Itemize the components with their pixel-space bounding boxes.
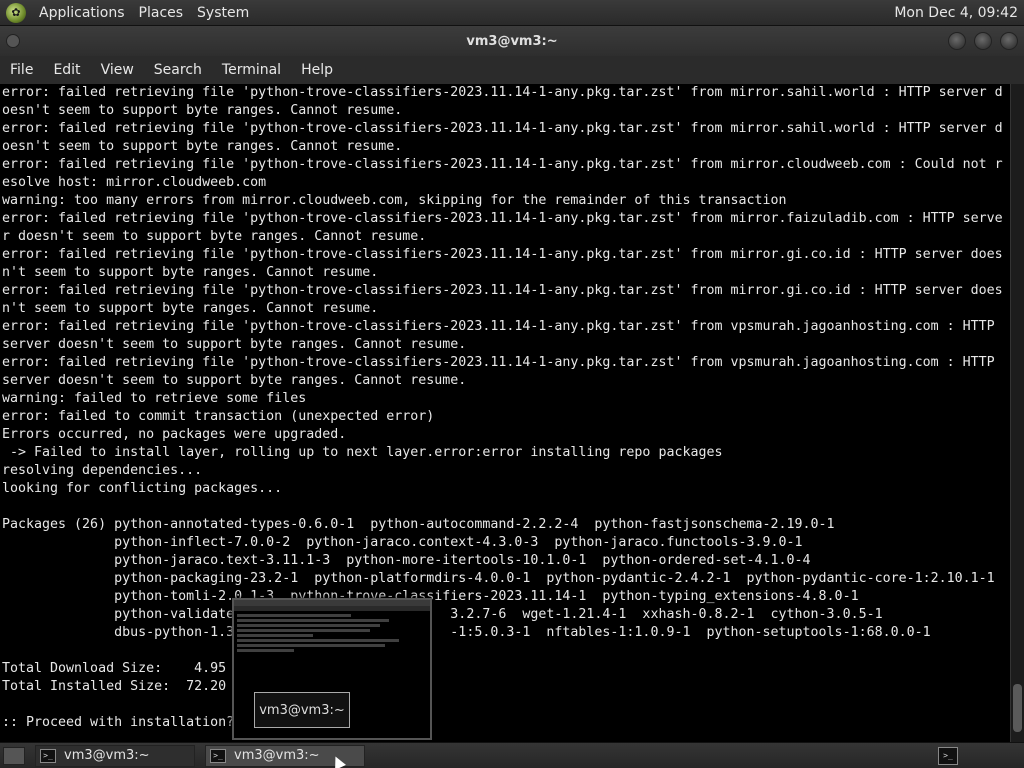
terminal-line: Total Installed Size: 72.20 — [2, 679, 227, 694]
terminal-line: error: failed retrieving file 'python-tr… — [2, 121, 1003, 136]
terminal-line: dbus-python-1.3 -1:5.0.3-1 nftables-1:1.… — [2, 625, 931, 640]
terminal-line: -> Failed to install layer, rolling up t… — [2, 445, 723, 460]
show-desktop-button[interactable] — [3, 746, 25, 765]
terminal-line: oesn't seem to support byte ranges. Cann… — [2, 103, 403, 118]
minimize-button[interactable] — [948, 32, 966, 50]
terminal-tray-icon[interactable]: >_ — [938, 746, 958, 765]
terminal-line: error: failed retrieving file 'python-tr… — [2, 85, 1003, 100]
close-button[interactable] — [1000, 32, 1018, 50]
terminal-line: resolving dependencies... — [2, 463, 203, 478]
menu-edit[interactable]: Edit — [43, 62, 90, 78]
terminal-line: oesn't seem to support byte ranges. Cann… — [2, 139, 403, 154]
terminal-line: esolve host: mirror.cloudweeb.com — [2, 175, 267, 190]
taskbar-item-terminal-1[interactable]: >_ vm3@vm3:~ — [35, 744, 195, 767]
terminal-line: n't seem to support byte ranges. Cannot … — [2, 265, 379, 280]
terminal-line: error: failed retrieving file 'python-tr… — [2, 157, 1003, 172]
bottom-taskbar: >_ vm3@vm3:~ >_ vm3@vm3:~ >_ — [0, 742, 1024, 768]
preview-tooltip: vm3@vm3:~ — [254, 692, 350, 728]
terminal-line: python-jaraco.text-3.11.1-3 python-more-… — [2, 553, 811, 568]
terminal-line: error: failed retrieving file 'python-tr… — [2, 247, 1003, 262]
terminal-icon: >_ — [40, 748, 56, 763]
window-menu-icon[interactable] — [6, 34, 20, 48]
window-titlebar[interactable]: vm3@vm3:~ — [0, 26, 1024, 56]
terminal-line: python-inflect-7.0.0-2 python-jaraco.con… — [2, 535, 803, 550]
terminal-line: error: failed retrieving file 'python-tr… — [2, 319, 995, 334]
system-menu[interactable]: System — [190, 5, 256, 21]
places-menu[interactable]: Places — [132, 5, 191, 21]
menu-terminal[interactable]: Terminal — [212, 62, 291, 78]
terminal-line: error: failed retrieving file 'python-tr… — [2, 355, 995, 370]
gnome-foot-icon[interactable]: ✿ — [6, 2, 26, 23]
terminal-line: Packages (26) python-annotated-types-0.6… — [2, 517, 835, 532]
menu-file[interactable]: File — [0, 62, 43, 78]
terminal-line: Errors occurred, no packages were upgrad… — [2, 427, 347, 442]
terminal-line: warning: failed to retrieve some files — [2, 391, 307, 406]
terminal-line: error: failed to commit transaction (une… — [2, 409, 435, 424]
maximize-button[interactable] — [974, 32, 992, 50]
terminal-output[interactable]: error: failed retrieving file 'python-tr… — [0, 84, 1010, 742]
terminal-menubar: File Edit View Search Terminal Help — [0, 56, 1024, 84]
preview-content — [234, 611, 430, 657]
terminal-icon: >_ — [210, 748, 226, 763]
taskbar-item-label: vm3@vm3:~ — [64, 748, 150, 763]
window-title: vm3@vm3:~ — [466, 33, 558, 49]
menu-help[interactable]: Help — [291, 62, 343, 78]
terminal-line: server doesn't seem to support byte rang… — [2, 373, 467, 388]
terminal-line: Total Download Size: 4.95 — [2, 661, 227, 676]
terminal-line: server doesn't seem to support byte rang… — [2, 337, 467, 352]
top-panel: ✿ Applications Places System Mon Dec 4, … — [0, 0, 1024, 26]
terminal-line: python-validate 3.2.7-6 wget-1.21.4-1 xx… — [2, 607, 883, 622]
clock[interactable]: Mon Dec 4, 09:42 — [894, 5, 1024, 21]
terminal-line: n't seem to support byte ranges. Cannot … — [2, 301, 379, 316]
terminal-line: error: failed retrieving file 'python-tr… — [2, 283, 1003, 298]
taskbar-item-label: vm3@vm3:~ — [234, 748, 320, 763]
menu-view[interactable]: View — [91, 62, 144, 78]
menu-search[interactable]: Search — [144, 62, 212, 78]
terminal-line: python-packaging-23.2-1 python-platformd… — [2, 571, 995, 586]
terminal-scrollbar[interactable] — [1010, 84, 1024, 742]
terminal-line: error: failed retrieving file 'python-tr… — [2, 211, 1003, 226]
window-preview-thumbnail[interactable]: vm3@vm3:~ — [232, 598, 432, 740]
scrollbar-thumb[interactable] — [1013, 684, 1022, 732]
terminal-line: looking for conflicting packages... — [2, 481, 283, 496]
terminal-line: r doesn't seem to support byte ranges. C… — [2, 229, 427, 244]
terminal-line: python-tomli-2.0.1-3 python-trove-classi… — [2, 589, 859, 604]
applications-menu[interactable]: Applications — [32, 5, 132, 21]
terminal-line: warning: too many errors from mirror.clo… — [2, 193, 787, 208]
terminal-line: :: Proceed with installation? — [2, 715, 235, 730]
